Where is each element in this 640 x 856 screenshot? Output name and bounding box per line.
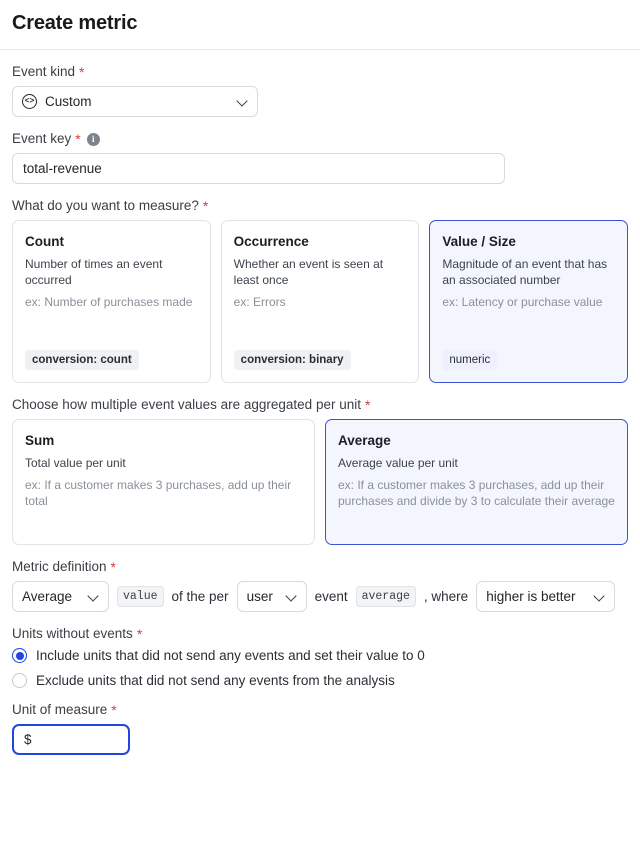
unit-of-measure-input[interactable] xyxy=(12,724,130,755)
code-circle-icon: <> xyxy=(22,94,37,109)
metric-definition-label-text: Metric definition xyxy=(12,559,107,574)
card-example: ex: If a customer makes 3 purchases, add… xyxy=(338,478,615,508)
card-example: ex: Errors xyxy=(233,295,286,309)
units-without-events-radio-group: Include units that did not send any even… xyxy=(12,648,628,688)
required-asterisk: * xyxy=(111,702,117,718)
required-asterisk: * xyxy=(75,131,81,147)
card-example: ex: Latency or purchase value xyxy=(442,295,603,309)
card-title: Value / Size xyxy=(442,234,516,249)
required-asterisk: * xyxy=(364,397,371,413)
measure-card-value-size[interactable]: Value / Size Magnitude of an event that … xyxy=(429,220,629,383)
card-title: Occurrence xyxy=(233,234,309,249)
event-kind-value: Custom xyxy=(45,94,92,109)
definition-value-chip: value xyxy=(117,586,164,607)
required-asterisk: * xyxy=(202,198,209,214)
aggregation-card-group: Sum Total value per unit ex: If a custom… xyxy=(12,419,628,545)
definition-text-event: event xyxy=(314,589,348,604)
card-example: ex: Number of purchases made xyxy=(25,295,193,309)
chevron-down-icon xyxy=(594,591,605,602)
definition-direction-select[interactable]: higher is better xyxy=(476,581,616,612)
field-units-without-events: Units without events * Include units tha… xyxy=(12,626,628,688)
definition-aggregation-select[interactable]: Average xyxy=(12,581,109,612)
measure-card-group: Count Number of times an event occurred … xyxy=(12,220,629,383)
definition-direction-value: higher is better xyxy=(486,589,576,604)
definition-text-of-the-per: of the per xyxy=(171,589,229,604)
event-key-input[interactable] xyxy=(12,153,505,184)
card-title: Sum xyxy=(25,433,55,448)
radio-option-include[interactable]: Include units that did not send any even… xyxy=(12,648,628,663)
definition-text-where: , where xyxy=(423,589,469,604)
chevron-down-icon xyxy=(286,591,297,602)
metric-form: Event kind * <> Custom Event key * i Wha… xyxy=(0,50,640,755)
aggregation-card-average[interactable]: Average Average value per unit ex: If a … xyxy=(325,419,628,545)
field-event-kind: Event kind * <> Custom xyxy=(12,64,628,117)
chevron-down-icon xyxy=(88,591,99,602)
event-kind-label-text: Event kind xyxy=(12,64,76,79)
event-key-label: Event key * i xyxy=(12,131,628,147)
field-unit-of-measure: Unit of measure * xyxy=(12,702,628,755)
status-badge: numeric xyxy=(442,350,498,370)
card-title: Average xyxy=(338,433,391,448)
event-kind-select[interactable]: <> Custom xyxy=(12,86,258,117)
definition-unit-select[interactable]: user xyxy=(236,581,307,612)
card-description: Whether an event is seen at least once xyxy=(233,257,384,287)
card-badge-wrap: conversion: binary xyxy=(233,338,407,370)
measure-label: What do you want to measure? * xyxy=(12,198,628,214)
info-icon[interactable]: i xyxy=(86,132,100,146)
status-badge: conversion: count xyxy=(25,350,139,370)
event-kind-label: Event kind * xyxy=(12,64,628,80)
chevron-down-icon xyxy=(237,96,248,107)
measure-label-text: What do you want to measure? xyxy=(12,198,199,213)
page-header: Create metric xyxy=(0,0,640,50)
card-description: Number of times an event occurred xyxy=(25,257,163,287)
measure-card-occurrence[interactable]: Occurrence Whether an event is seen at l… xyxy=(220,220,420,383)
card-badge-wrap: numeric xyxy=(442,338,615,370)
aggregation-label-text: Choose how multiple event values are agg… xyxy=(12,397,361,412)
card-badge-wrap: conversion: count xyxy=(25,338,198,370)
event-key-label-text: Event key xyxy=(12,131,72,146)
field-aggregation: Choose how multiple event values are agg… xyxy=(12,397,628,545)
radio-option-exclude[interactable]: Exclude units that did not send any even… xyxy=(12,673,628,688)
definition-aggregation-value: Average xyxy=(22,589,73,604)
definition-average-chip: average xyxy=(355,586,416,607)
status-badge: conversion: binary xyxy=(233,350,351,370)
units-without-events-label: Units without events * xyxy=(12,626,628,642)
card-description: Magnitude of an event that has an associ… xyxy=(442,257,608,287)
field-event-key: Event key * i xyxy=(12,131,628,184)
required-asterisk: * xyxy=(110,559,116,575)
card-description: Total value per unit xyxy=(25,456,126,470)
card-example: ex: If a customer makes 3 purchases, add… xyxy=(25,478,292,508)
measure-card-count[interactable]: Count Number of times an event occurred … xyxy=(12,220,211,383)
field-measure: What do you want to measure? * Count Num… xyxy=(12,198,629,383)
metric-definition-row: Average value of the per user event aver… xyxy=(12,581,628,612)
metric-definition-label: Metric definition * xyxy=(12,559,628,575)
aggregation-card-sum[interactable]: Sum Total value per unit ex: If a custom… xyxy=(12,419,315,545)
field-metric-definition: Metric definition * Average value of the… xyxy=(12,559,628,612)
required-asterisk: * xyxy=(79,64,85,80)
unit-of-measure-label: Unit of measure * xyxy=(12,702,628,718)
aggregation-label: Choose how multiple event values are agg… xyxy=(12,397,628,413)
radio-button-include[interactable] xyxy=(12,648,27,663)
card-description: Average value per unit xyxy=(338,456,458,470)
card-title: Count xyxy=(25,234,64,249)
radio-label-include: Include units that did not send any even… xyxy=(36,648,425,663)
radio-button-exclude[interactable] xyxy=(12,673,27,688)
create-metric-page: Create metric Event kind * <> Custom Eve… xyxy=(0,0,640,856)
definition-unit-value: user xyxy=(246,589,273,604)
unit-of-measure-label-text: Unit of measure xyxy=(12,702,108,717)
required-asterisk: * xyxy=(136,626,143,642)
radio-label-exclude: Exclude units that did not send any even… xyxy=(36,673,395,688)
units-without-events-label-text: Units without events xyxy=(12,626,133,641)
page-title: Create metric xyxy=(12,12,138,34)
